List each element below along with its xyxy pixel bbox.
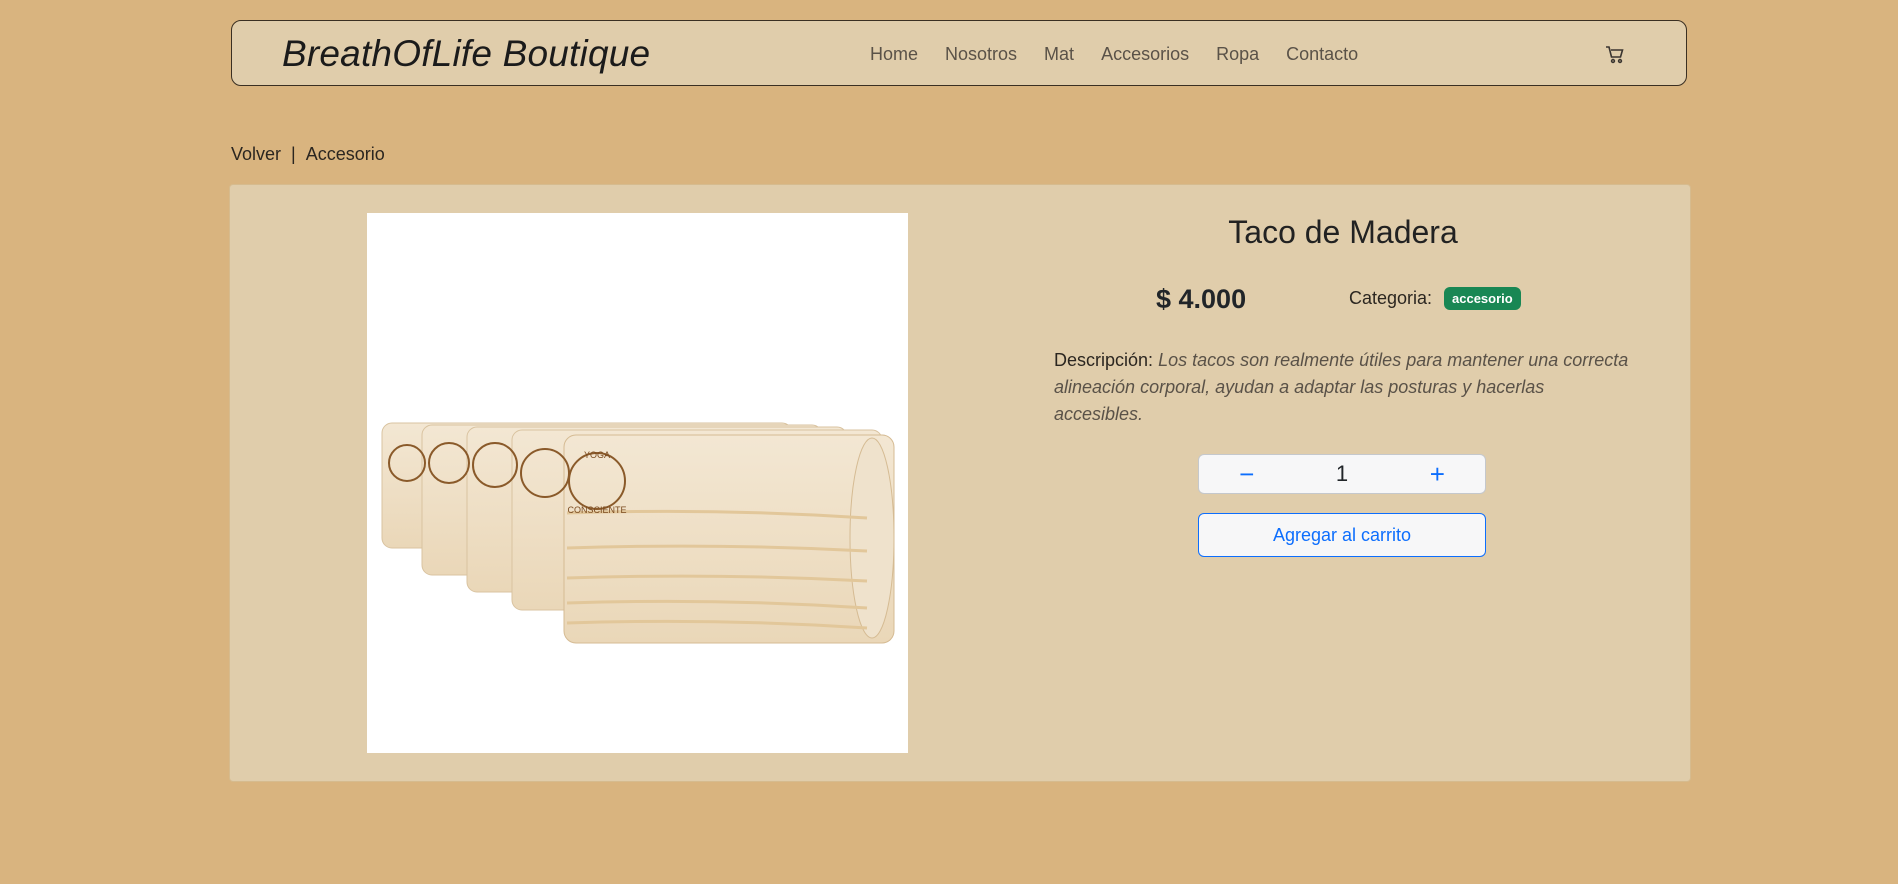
breadcrumb-separator: | bbox=[291, 144, 296, 164]
product-title: Taco de Madera bbox=[1228, 214, 1458, 250]
nav-link-accesorios[interactable]: Accesorios bbox=[1101, 43, 1189, 65]
product-description: Descripción: Los tacos son realmente úti… bbox=[1054, 347, 1634, 428]
cart-icon[interactable] bbox=[1604, 43, 1626, 65]
brand-logo[interactable]: BreathOfLife Boutique bbox=[282, 34, 650, 74]
breadcrumb-current[interactable]: Accesorio bbox=[306, 143, 385, 165]
nav-link-mat[interactable]: Mat bbox=[1044, 43, 1074, 65]
quantity-stepper: − 1 + bbox=[1198, 454, 1486, 494]
increase-button[interactable]: + bbox=[1390, 455, 1485, 493]
category-label: Categoria: bbox=[1349, 288, 1433, 308]
nav-link-contacto[interactable]: Contacto bbox=[1286, 43, 1358, 65]
product-price: $ 4.000 bbox=[1156, 284, 1247, 314]
description-label: Descripción: bbox=[1054, 350, 1154, 370]
nav-link-home[interactable]: Home bbox=[870, 43, 918, 65]
top-navbar: BreathOfLife Boutique Home Nosotros Mat … bbox=[231, 20, 1687, 86]
back-link[interactable]: Volver bbox=[231, 143, 281, 165]
nav-link-nosotros[interactable]: Nosotros bbox=[945, 43, 1017, 65]
category-badge: accesorio bbox=[1444, 287, 1521, 310]
breadcrumb: Volver | Accesorio bbox=[231, 143, 385, 165]
quantity-value: 1 bbox=[1335, 461, 1349, 486]
logo-text-bottom: CONSCIENTE bbox=[567, 505, 626, 515]
nav-link-ropa[interactable]: Ropa bbox=[1216, 43, 1259, 65]
add-to-cart-button[interactable]: Agregar al carrito bbox=[1198, 513, 1486, 557]
logo-text-top: YOGA bbox=[584, 450, 610, 460]
decrease-button[interactable]: − bbox=[1199, 455, 1294, 493]
product-image: YOGA CONSCIENTE bbox=[367, 213, 908, 753]
nav-links: Home Nosotros Mat Accesorios Ropa Contac… bbox=[870, 43, 1358, 65]
